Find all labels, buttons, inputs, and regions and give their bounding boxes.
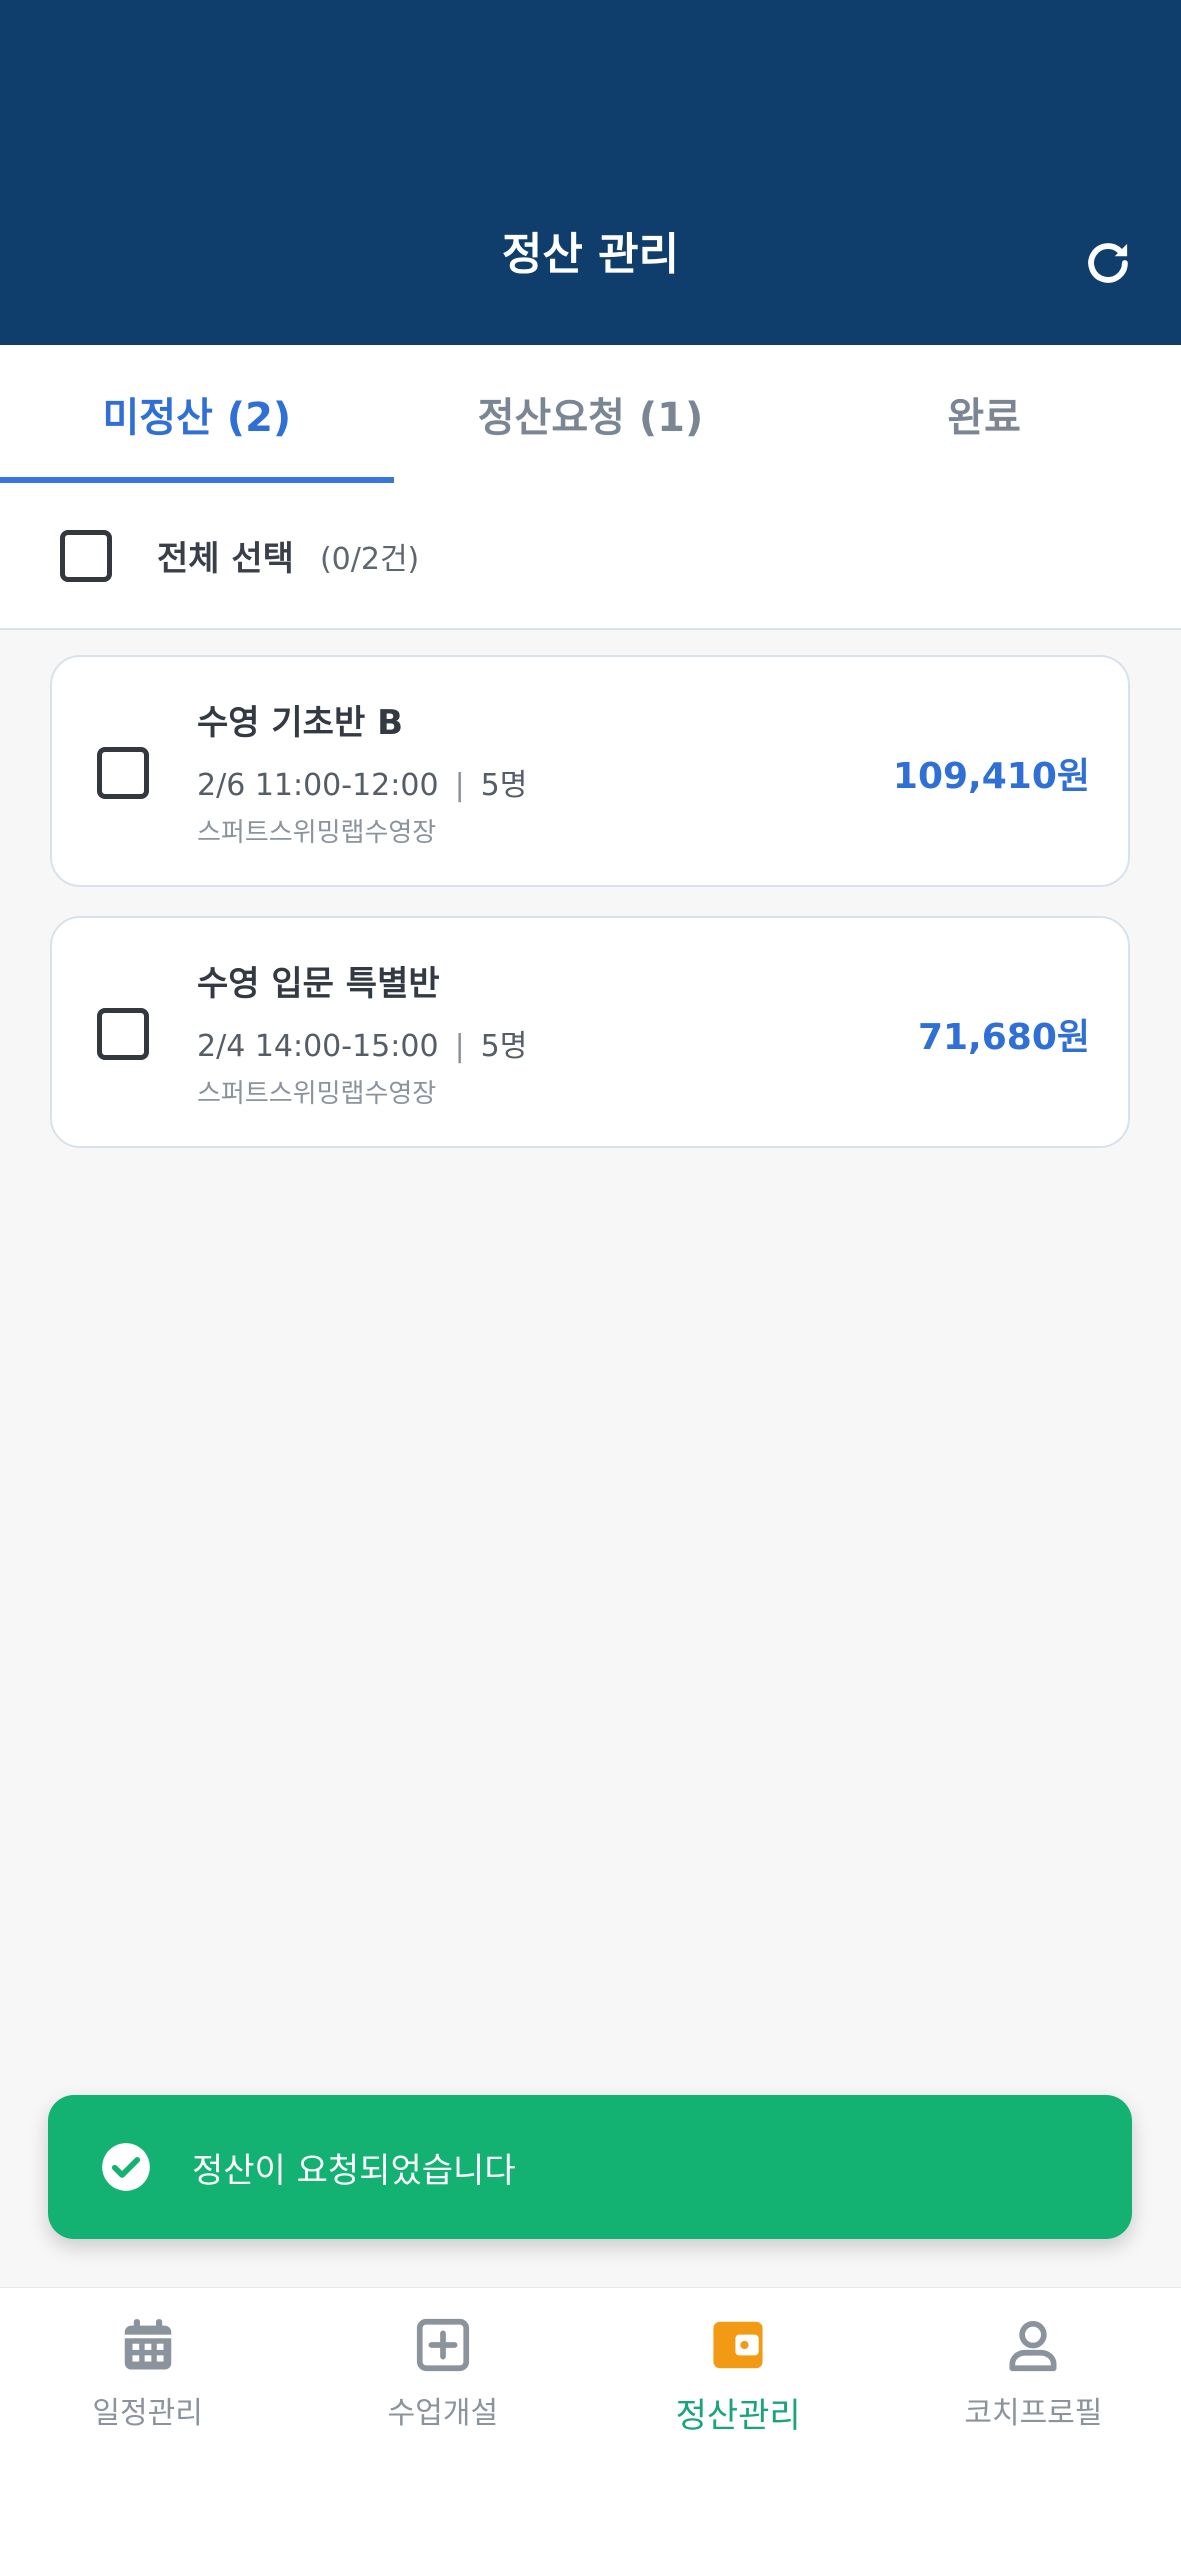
class-schedule: 2/6 11:00-12:00 | 5명: [197, 760, 527, 804]
class-schedule: 2/4 14:00-15:00 | 5명: [197, 1021, 527, 1065]
class-title: 수영 입문 특별반: [197, 964, 440, 1004]
nav-label: 수업개설: [387, 2396, 499, 2431]
settlement-item-card[interactable]: 수영 입문 특별반 2/4 14:00-15:00 | 5명 스퍼트스위밍랩수영장 …: [50, 916, 1130, 1148]
app-header: 정산 관리: [0, 0, 1181, 345]
plus-square-icon: [416, 2318, 469, 2372]
nav-label: 코치프로필: [964, 2396, 1103, 2431]
settlement-amount: 71,680원: [917, 1017, 1090, 1058]
toast-message: 정산이 요청되었습니다: [192, 2150, 516, 2191]
item-checkbox[interactable]: [97, 747, 149, 799]
user-icon: [1009, 2320, 1057, 2372]
nav-create-class[interactable]: 수업개설: [295, 2288, 590, 2556]
nav-label: 정산관리: [675, 2396, 801, 2436]
refresh-button[interactable]: [1075, 230, 1141, 296]
class-datetime: 2/4 14:00-15:00: [197, 1029, 439, 1064]
check-circle-icon: [102, 2143, 150, 2191]
select-all-checkbox[interactable]: [60, 529, 112, 582]
success-toast: 정산이 요청되었습니다: [48, 2095, 1132, 2239]
class-title: 수영 기초반 B: [197, 703, 403, 743]
wallet-icon: [713, 2321, 763, 2369]
meta-separator: |: [454, 1029, 465, 1064]
select-all-count: (0/2건): [319, 541, 420, 577]
tab-completed[interactable]: 완료: [787, 345, 1181, 483]
page-title: 정산 관리: [501, 229, 680, 280]
settlement-tabs: 미정산 (2) 정산요청 (1) 완료: [0, 345, 1181, 483]
calendar-icon: [124, 2319, 171, 2370]
settlement-item-card[interactable]: 수영 기초반 B 2/6 11:00-12:00 | 5명 스퍼트스위밍랩수영장 1…: [50, 655, 1130, 887]
class-location: 스퍼트스위밍랩수영장: [197, 1079, 437, 1109]
meta-separator: |: [454, 768, 465, 803]
nav-schedule[interactable]: 일정관리: [0, 2288, 295, 2556]
bottom-navigation: 일정관리 수업개설 정산관리 코치프로필: [0, 2288, 1181, 2556]
refresh-icon: [1088, 243, 1128, 283]
select-all-row: 전체 선택 (0/2건): [0, 483, 1181, 630]
nav-settlement[interactable]: 정산관리: [591, 2288, 886, 2556]
class-datetime: 2/6 11:00-12:00: [197, 768, 439, 803]
tab-settlement-requested[interactable]: 정산요청 (1): [394, 345, 788, 483]
nav-label: 일정관리: [92, 2396, 203, 2431]
class-location: 스퍼트스위밍랩수영장: [197, 818, 437, 848]
settlement-amount: 109,410원: [892, 756, 1090, 797]
select-all-label: 전체 선택: [157, 539, 294, 579]
class-headcount: 5명: [480, 768, 528, 803]
tab-unsettled[interactable]: 미정산 (2): [0, 345, 394, 483]
class-headcount: 5명: [480, 1029, 528, 1064]
item-checkbox[interactable]: [97, 1008, 149, 1060]
nav-coach-profile[interactable]: 코치프로필: [886, 2288, 1181, 2556]
